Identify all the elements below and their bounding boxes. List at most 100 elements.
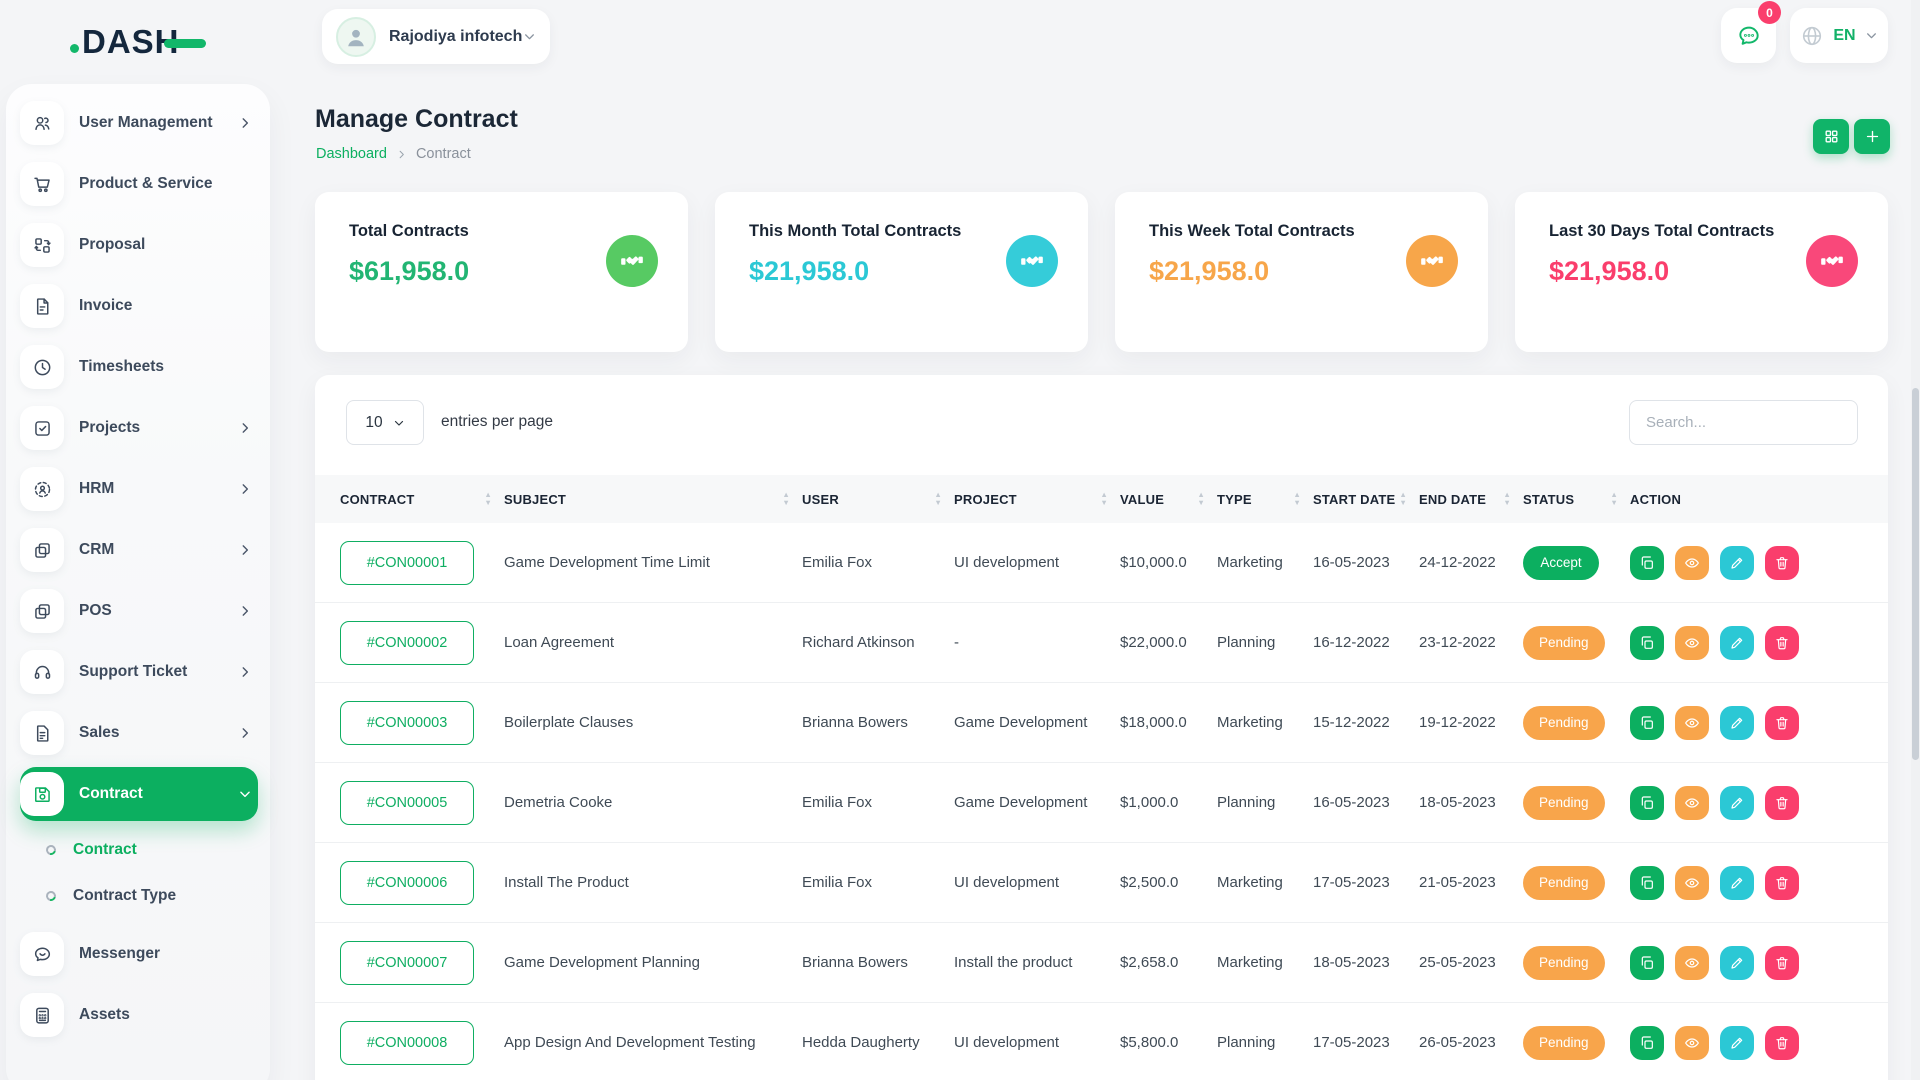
duplicate-button[interactable] xyxy=(1630,626,1664,660)
calculator-icon xyxy=(20,993,64,1037)
cell-end-date: 23-12-2022 xyxy=(1419,634,1523,651)
column-header-project[interactable]: PROJECT▲▼ xyxy=(954,492,1120,507)
contract-id-badge[interactable]: #CON00001 xyxy=(340,541,474,585)
cell-project: - xyxy=(954,634,1120,651)
column-header-user[interactable]: USER▲▼ xyxy=(802,492,954,507)
column-header-type[interactable]: TYPE▲▼ xyxy=(1217,492,1313,507)
delete-button[interactable] xyxy=(1765,1026,1799,1060)
column-header-start-date[interactable]: START DATE▲▼ xyxy=(1313,492,1419,507)
contract-id-badge[interactable]: #CON00005 xyxy=(340,781,474,825)
language-selector[interactable]: EN xyxy=(1790,8,1888,63)
handshake-icon xyxy=(1406,235,1458,287)
edit-button[interactable] xyxy=(1720,626,1754,660)
status-badge: Pending xyxy=(1523,1026,1605,1060)
contracts-table-card: 10 entries per page CONTRACT▲▼ SUBJECT▲▼… xyxy=(315,375,1888,1080)
sidebar-item-proposal[interactable]: Proposal xyxy=(20,218,258,272)
company-selector[interactable]: Rajodiya infotech xyxy=(322,9,550,64)
sidebar-subitem-contract-type[interactable]: Contract Type xyxy=(46,874,258,918)
column-header-end-date[interactable]: END DATE▲▼ xyxy=(1419,492,1523,507)
stat-value: $61,958.0 xyxy=(349,256,469,287)
bullet-ring-icon xyxy=(44,843,58,857)
eye-icon xyxy=(1684,555,1700,571)
contract-id-badge[interactable]: #CON00003 xyxy=(340,701,474,745)
edit-button[interactable] xyxy=(1720,866,1754,900)
delete-button[interactable] xyxy=(1765,786,1799,820)
delete-button[interactable] xyxy=(1765,866,1799,900)
contract-id-badge[interactable]: #CON00008 xyxy=(340,1021,474,1065)
view-button[interactable] xyxy=(1675,626,1709,660)
breadcrumb: Dashboard Contract xyxy=(316,146,471,162)
column-header-contract[interactable]: CONTRACT▲▼ xyxy=(340,492,504,507)
sidebar-item-assets[interactable]: Assets xyxy=(20,988,258,1042)
scrollbar-thumb[interactable] xyxy=(1912,388,1919,760)
delete-button[interactable] xyxy=(1765,546,1799,580)
grid-view-button[interactable] xyxy=(1813,119,1849,154)
edit-button[interactable] xyxy=(1720,946,1754,980)
edit-button[interactable] xyxy=(1720,1026,1754,1060)
breadcrumb-dashboard-link[interactable]: Dashboard xyxy=(316,146,387,162)
duplicate-button[interactable] xyxy=(1630,1026,1664,1060)
search-input[interactable] xyxy=(1629,400,1858,445)
cell-end-date: 24-12-2022 xyxy=(1419,554,1523,571)
view-button[interactable] xyxy=(1675,1026,1709,1060)
view-button[interactable] xyxy=(1675,866,1709,900)
page-title: Manage Contract xyxy=(315,105,518,134)
column-header-value[interactable]: VALUE▲▼ xyxy=(1120,492,1217,507)
notifications-button[interactable]: 0 xyxy=(1721,8,1776,63)
view-button[interactable] xyxy=(1675,706,1709,740)
cell-end-date: 25-05-2023 xyxy=(1419,954,1523,971)
sidebar-item-invoice[interactable]: Invoice xyxy=(20,279,258,333)
sidebar-item-user-management[interactable]: User Management xyxy=(20,96,258,150)
edit-button[interactable] xyxy=(1720,546,1754,580)
duplicate-button[interactable] xyxy=(1630,786,1664,820)
document-icon xyxy=(20,711,64,755)
sidebar-item-contract[interactable]: Contract xyxy=(20,767,258,821)
scrollbar-track[interactable] xyxy=(1911,0,1920,1080)
eye-icon xyxy=(1684,955,1700,971)
cell-type: Marketing xyxy=(1217,954,1313,971)
sidebar-subitem-contract[interactable]: Contract xyxy=(46,828,258,872)
handshake-icon xyxy=(606,235,658,287)
trash-icon xyxy=(1774,715,1790,731)
delete-button[interactable] xyxy=(1765,626,1799,660)
sidebar-item-crm[interactable]: CRM xyxy=(20,523,258,577)
contract-id-badge[interactable]: #CON00006 xyxy=(340,861,474,905)
contract-id-badge[interactable]: #CON00007 xyxy=(340,941,474,985)
copy-icon xyxy=(1639,555,1655,571)
duplicate-button[interactable] xyxy=(1630,866,1664,900)
view-button[interactable] xyxy=(1675,946,1709,980)
invoice-file-icon xyxy=(20,284,64,328)
chevron-right-icon xyxy=(238,482,252,496)
edit-button[interactable] xyxy=(1720,706,1754,740)
cell-start-date: 17-05-2023 xyxy=(1313,874,1419,891)
column-header-status[interactable]: STATUS▲▼ xyxy=(1523,492,1630,507)
sidebar-item-hrm[interactable]: HRM xyxy=(20,462,258,516)
sort-icon: ▲▼ xyxy=(934,492,954,506)
cell-subject: Install The Product xyxy=(504,874,802,891)
duplicate-button[interactable] xyxy=(1630,946,1664,980)
sidebar-item-messenger[interactable]: Messenger xyxy=(20,927,258,981)
sidebar-item-projects[interactable]: Projects xyxy=(20,401,258,455)
view-button[interactable] xyxy=(1675,546,1709,580)
sort-icon: ▲▼ xyxy=(782,492,802,506)
sidebar-item-timesheets[interactable]: Timesheets xyxy=(20,340,258,394)
users-icon xyxy=(20,101,64,145)
column-header-subject[interactable]: SUBJECT▲▼ xyxy=(504,492,802,507)
sidebar-item-sales[interactable]: Sales xyxy=(20,706,258,760)
copy-icon xyxy=(1639,795,1655,811)
chevron-down-icon xyxy=(393,417,405,429)
duplicate-button[interactable] xyxy=(1630,546,1664,580)
view-button[interactable] xyxy=(1675,786,1709,820)
entries-per-page-select[interactable]: 10 xyxy=(346,400,424,445)
sidebar-item-pos[interactable]: POS xyxy=(20,584,258,638)
add-contract-button[interactable] xyxy=(1854,119,1890,154)
copy-icon xyxy=(1639,635,1655,651)
sidebar-item-product-service[interactable]: Product & Service xyxy=(20,157,258,211)
copy-icon xyxy=(1639,875,1655,891)
contract-id-badge[interactable]: #CON00002 xyxy=(340,621,474,665)
delete-button[interactable] xyxy=(1765,706,1799,740)
duplicate-button[interactable] xyxy=(1630,706,1664,740)
sidebar-item-support-ticket[interactable]: Support Ticket xyxy=(20,645,258,699)
edit-button[interactable] xyxy=(1720,786,1754,820)
delete-button[interactable] xyxy=(1765,946,1799,980)
